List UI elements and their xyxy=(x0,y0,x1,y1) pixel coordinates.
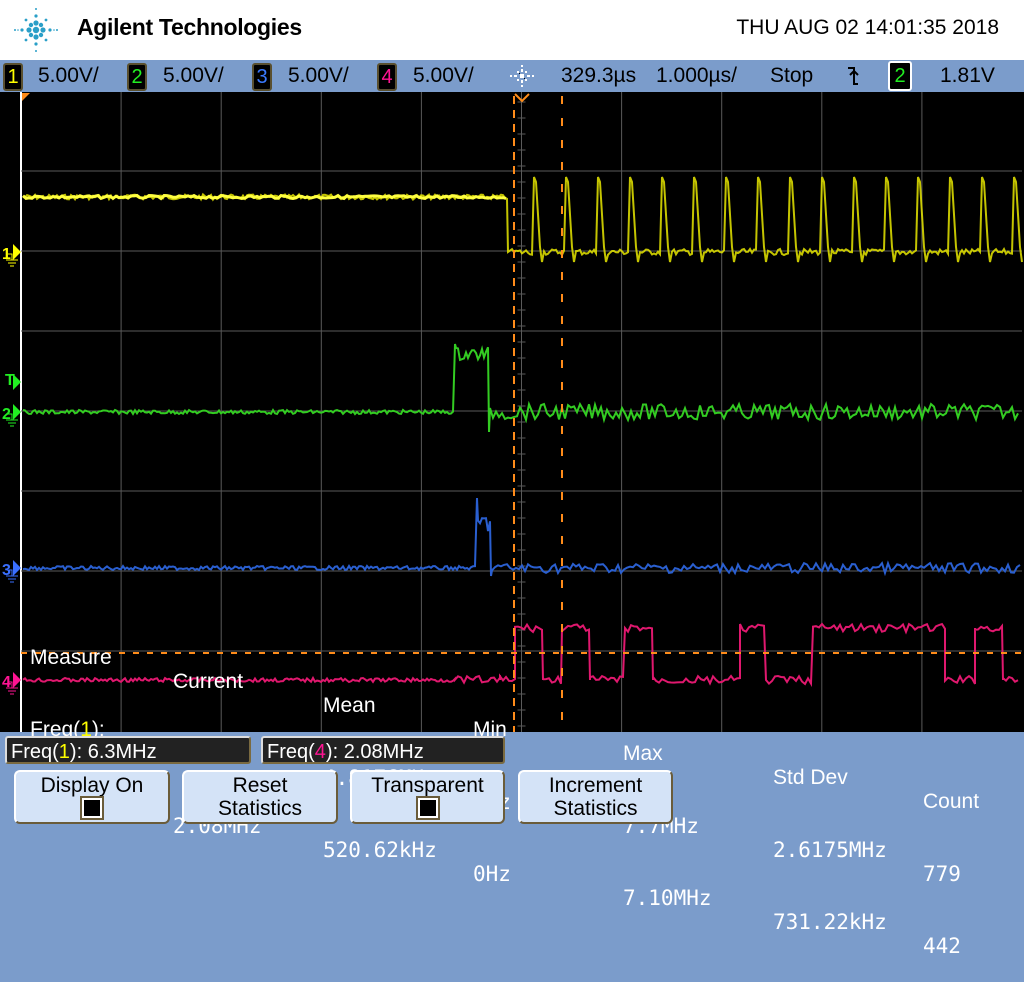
measurement-header-row: Measure Current Mean Min Max Std Dev Cou… xyxy=(30,622,979,813)
readout-channel: 4 xyxy=(314,741,326,763)
count-value: 779 xyxy=(923,862,961,886)
col-current: Current xyxy=(173,670,244,693)
channel-2-trace xyxy=(22,343,1019,433)
waveforms xyxy=(22,176,1023,688)
stddev-value: 731.22kHz xyxy=(773,910,887,934)
readout-channel: 1 xyxy=(58,741,70,763)
readout-freq1: Freq(1): 6.3MHz xyxy=(5,736,251,764)
channel-markers: 1234T xyxy=(2,244,21,695)
softkey-label: Display On xyxy=(40,774,144,797)
channel-2-marker-arrow xyxy=(13,404,21,420)
channel-1-badge[interactable]: 1 xyxy=(3,63,23,91)
col-max: Max xyxy=(623,742,663,765)
readout-value: ): 6.3MHz xyxy=(69,741,157,763)
col-stddev: Std Dev xyxy=(773,766,848,789)
max-value: 7.10MHz xyxy=(623,886,712,910)
run-state: Stop xyxy=(770,64,814,87)
channel-4-marker-arrow xyxy=(13,672,21,688)
readout-label: Freq( xyxy=(11,741,59,763)
delay-spark-icon xyxy=(510,65,534,87)
transparent-checkbox[interactable] xyxy=(415,796,440,820)
softkey-label: Transparent xyxy=(371,774,484,797)
softkey-label-line2: Statistics xyxy=(553,797,638,820)
softkey-label-line2: Statistics xyxy=(217,797,303,820)
channel-2-scale: 5.00V/ xyxy=(163,64,224,87)
count-value: 442 xyxy=(923,934,961,958)
channel-3-marker-arrow xyxy=(13,560,21,576)
trigger-level-arrow xyxy=(13,374,21,390)
channel-1-trace xyxy=(22,176,1023,263)
channel-4-badge[interactable]: 4 xyxy=(377,63,397,91)
transparent-softkey[interactable]: Transparent xyxy=(350,770,505,824)
channel-2-badge[interactable]: 2 xyxy=(127,63,147,91)
header-bar: Agilent Technologies THU AUG 02 14:01:35… xyxy=(0,0,1024,60)
softkey-label-line1: Reset xyxy=(232,774,288,797)
measurement-row-freq1: Freq(1): 6.3MHz 4.8176MHz 0Hz 7.7MHz 2.6… xyxy=(30,694,961,886)
stddev-value: 2.6175MHz xyxy=(773,838,887,862)
timebase-scale[interactable]: 1.000µs/ xyxy=(656,63,737,89)
min-value: 0Hz xyxy=(473,862,511,886)
softkey-label-line1: Increment xyxy=(548,774,643,797)
trigger-source-badge[interactable]: 2 xyxy=(888,61,912,91)
waveform-plot: 1234T xyxy=(2,92,1023,732)
readout-label: Freq( xyxy=(267,741,315,763)
readout-freq4: Freq(4): 2.08MHz xyxy=(261,736,505,764)
col-count: Count xyxy=(923,790,980,813)
col-measure: Measure xyxy=(30,646,112,669)
channel-3-badge[interactable]: 3 xyxy=(252,63,272,91)
increment-statistics-softkey[interactable]: Increment Statistics xyxy=(518,770,673,824)
waveform-display[interactable]: 1234T Measure Current Mean Min Max Std D… xyxy=(0,92,1024,958)
date-time: THU AUG 02 14:01:35 2018 xyxy=(736,16,999,39)
mean-value: 520.62kHz xyxy=(323,838,437,862)
display-on-softkey[interactable]: Display On xyxy=(14,770,170,824)
reset-statistics-softkey[interactable]: Reset Statistics xyxy=(182,770,338,824)
readout-value: ): 2.08MHz xyxy=(325,741,424,763)
trigger-level[interactable]: 1.81V xyxy=(940,63,995,89)
channel-1-marker-arrow xyxy=(13,244,21,260)
time-reference-marker xyxy=(22,93,30,101)
channel-1-scale: 5.00V/ xyxy=(38,64,99,87)
status-bar: 1 5.00V/ 2 5.00V/ 3 5.00V/ 4 5.00V/ 329.… xyxy=(0,60,1024,92)
channel-3-scale: 5.00V/ xyxy=(288,64,349,87)
horizontal-delay[interactable]: 329.3µs xyxy=(561,63,636,89)
channel-4-scale: 5.00V/ xyxy=(413,64,474,87)
brand-name: Agilent Technologies xyxy=(77,14,302,40)
falling-edge-icon xyxy=(848,67,859,85)
agilent-spark-icon xyxy=(14,8,58,52)
display-on-checkbox[interactable] xyxy=(80,796,104,820)
col-mean: Mean xyxy=(323,694,376,717)
